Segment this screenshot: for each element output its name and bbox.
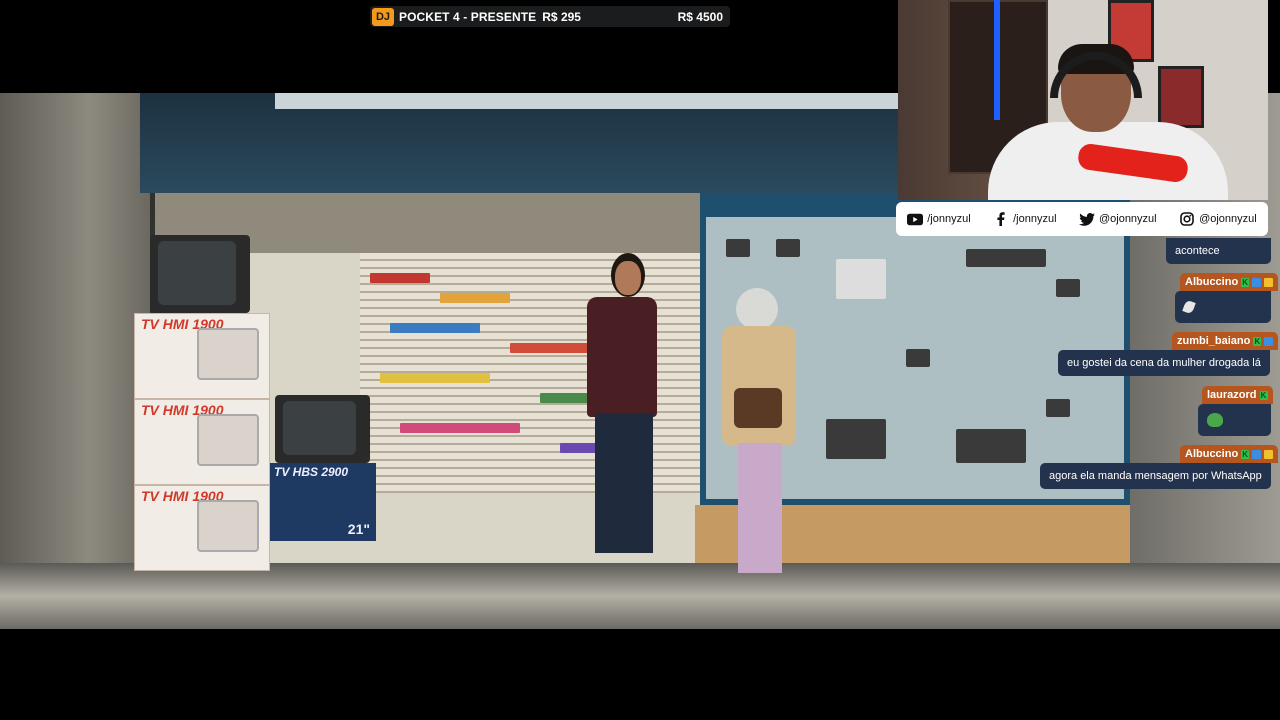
kick-badge-icon: K — [1253, 336, 1262, 346]
donation-goal-bar: DJ POCKET 4 - PRESENTE R$ 295 R$ 4500 — [370, 6, 730, 27]
scene-wall-left — [0, 93, 150, 563]
instagram-icon — [1179, 212, 1195, 226]
chat-message: agora ela manda mensagem por WhatsApp — [1040, 463, 1271, 489]
feather-emote-icon — [1182, 299, 1196, 315]
hbs-box-label: TV HBS 2900 — [274, 465, 349, 479]
chat-message — [1175, 291, 1271, 323]
social-handle: /jonnyzul — [1013, 213, 1057, 225]
tv-box: TV HMI 1900 — [134, 313, 270, 399]
frog-emote-icon — [1207, 413, 1223, 427]
social-instagram: @ojonnyzul — [1179, 212, 1257, 226]
kick-badge-icon: K — [1241, 449, 1250, 459]
social-youtube: /jonnyzul — [907, 212, 971, 226]
crown-badge-icon — [1264, 449, 1274, 459]
chat-message — [1198, 404, 1271, 436]
social-handle: @ojonnyzul — [1098, 213, 1157, 225]
social-handle: /jonnyzul — [927, 213, 971, 225]
tv-box: TV HMI 1900 — [134, 399, 270, 485]
old-tv-small — [275, 395, 370, 463]
chat-message-text: eu gostei da cena da mulher drogada lá — [1067, 357, 1261, 369]
goal-label: POCKET 4 - PRESENTE — [399, 9, 537, 24]
awning-stripe — [275, 93, 900, 109]
old-tv-top — [150, 235, 250, 313]
webcam-overlay — [898, 0, 1268, 200]
chat-message: acontece — [1166, 238, 1271, 264]
chat-message: eu gostei da cena da mulher drogada lá — [1058, 350, 1270, 376]
crown-badge-icon — [1264, 277, 1274, 287]
sub-badge-icon — [1252, 277, 1262, 287]
sub-badge-icon — [1264, 336, 1274, 346]
goal-target-amount: R$ 4500 — [677, 9, 723, 24]
goal-badge: DJ — [372, 7, 394, 26]
chat-username: zumbi_baiano K — [1172, 332, 1279, 350]
chat-username: laurazord K — [1202, 386, 1273, 404]
hbs-box-size: 21" — [347, 521, 370, 537]
social-twitter: @ojonnyzul — [1078, 212, 1157, 226]
facebook-icon — [993, 212, 1009, 226]
chat-username: Albuccino K — [1180, 445, 1279, 463]
kick-badge-icon: K — [1241, 277, 1250, 287]
social-handles-bar: /jonnyzul /jonnyzul @ojonnyzul @ojonnyzu… — [896, 202, 1268, 236]
kick-badge-icon: K — [1259, 390, 1268, 400]
goal-current-amount: R$ 295 — [542, 9, 581, 24]
tv-box: TV HMI 1900 — [134, 485, 270, 571]
scene-floor — [0, 563, 1280, 629]
chat-username: Albuccino K — [1180, 273, 1279, 291]
social-facebook: /jonnyzul — [993, 212, 1057, 226]
twitter-icon — [1078, 212, 1095, 226]
chat-message-text: acontece — [1175, 245, 1220, 257]
chat-message-text: agora ela manda mensagem por WhatsApp — [1049, 470, 1262, 482]
sub-badge-icon — [1252, 449, 1262, 459]
tv-hbs-box: TV HBS 2900 21" — [270, 463, 376, 541]
youtube-icon — [907, 212, 924, 226]
social-handle: @ojonnyzul — [1199, 213, 1257, 225]
